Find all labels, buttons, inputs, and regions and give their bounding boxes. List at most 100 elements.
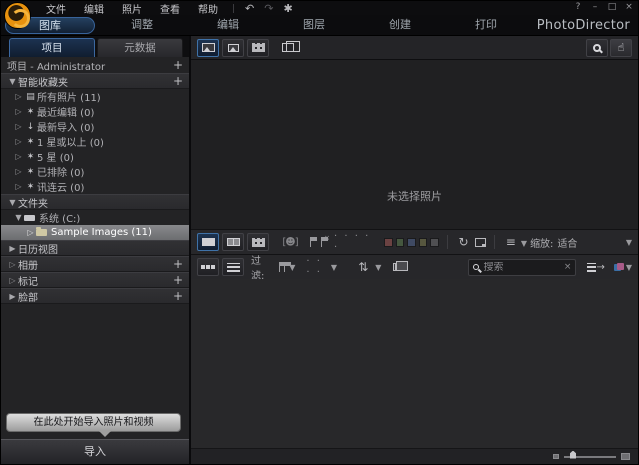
export-list-button[interactable]: → [587,262,605,273]
rating-filter-button[interactable]: · · · · ▼ [302,256,341,278]
chevron-down-icon[interactable]: ▼ [7,77,18,86]
zoom-tool-button[interactable] [586,38,608,57]
tree-item-five-star[interactable]: ▷ ✶ 5 星 (0) [1,149,189,165]
project-row: 项目 - Administrator + [1,57,189,73]
redo-icon[interactable]: ↷ [259,2,278,15]
face-tag-icon[interactable]: [☻] [282,237,298,248]
zoom-control[interactable]: 缩放: 适合 ▼ [530,235,632,250]
chevron-right-icon[interactable]: ▷ [25,228,36,237]
tab-metadata[interactable]: 元数据 [97,38,183,57]
left-panel: 项目 元数据 项目 - Administrator + ▼ 智能收藏夹 + ▷ … [1,36,191,464]
import-button[interactable]: 导入 [1,439,189,464]
tree-item-system-drive[interactable]: ▼ 系统 (C:) [1,210,189,225]
chevron-right-icon[interactable]: ▷ [13,152,24,161]
menu-view[interactable]: 查看 [151,1,189,16]
large-thumbnail-icon[interactable] [621,453,630,460]
pan-tool-button[interactable]: ☝ [610,38,632,57]
smart-collection-header[interactable]: ▼ 智能收藏夹 + [1,73,189,89]
chevron-right-icon[interactable]: ▷ [13,107,24,116]
chevron-right-icon[interactable]: ▷ [7,260,18,269]
grid-mode-button[interactable] [247,38,269,57]
photo-only-mode-button[interactable] [222,38,244,57]
tree-item-sample-images[interactable]: ▷ Sample Images (11) [1,225,189,240]
display-options-button[interactable]: ≡ ▼ [503,235,527,249]
flag-filter-button[interactable]: ▼ [274,258,300,276]
photo-canvas: 未选择照片 [191,60,638,229]
viewer-mode-button[interactable] [197,38,219,57]
undo-icon[interactable]: ↶ [240,2,259,15]
slider-handle[interactable] [570,450,576,459]
chevron-right-icon[interactable]: ▷ [13,122,24,131]
clear-search-icon[interactable]: × [564,262,572,272]
tree-item-one-star-up[interactable]: ▷ ✶ 1 星或以上 (0) [1,134,189,150]
slideshow-button[interactable]: ▼ [608,262,632,272]
albums-header[interactable]: ▷ 相册 + [1,256,189,272]
tree-item-cyberlink-cloud[interactable]: ▷ ✶ 讯连云 (0) [1,179,189,195]
thumbnail-size-slider[interactable] [564,450,616,459]
single-view-button[interactable] [197,233,219,251]
add-project-button[interactable]: + [173,58,183,72]
menu-file[interactable]: 文件 [37,1,75,16]
chevron-down-icon[interactable]: ▼ [7,198,18,207]
flag-reject-icon[interactable]: × [320,234,330,247]
toolbar-divider [493,235,495,249]
color-label-green[interactable] [395,237,405,247]
stack-button[interactable]: ▼ [387,258,409,276]
menu-photo[interactable]: 照片 [113,1,151,16]
add-smart-collection-button[interactable]: + [173,74,183,88]
list-view-button[interactable] [222,258,244,276]
small-thumbnail-icon[interactable] [553,454,559,459]
rotate-icon[interactable]: ↻ [456,235,472,249]
tab-project[interactable]: 项目 [9,38,95,57]
menu-help[interactable]: 帮助 [189,1,227,16]
tree-item-latest-import[interactable]: ▷ ↓ 最新导入 (0) [1,119,189,135]
sort-button[interactable]: ⇅ ▼ [352,258,384,276]
help-window-button[interactable]: ? [573,2,583,12]
color-label-red[interactable] [384,237,393,247]
faces-header[interactable]: ▶ 脸部 + [1,288,189,304]
search-input[interactable] [483,261,560,273]
chevron-right-icon[interactable]: ▷ [7,276,18,285]
tab-create[interactable]: 创建 [361,17,439,34]
duplicate-view-icon[interactable] [282,41,300,52]
color-label-blue[interactable] [407,237,416,247]
menu-edit[interactable]: 编辑 [75,1,113,16]
settings-gear-icon[interactable]: ✱ [278,2,297,15]
chevron-right-icon[interactable]: ▶ [7,292,18,301]
albums-label: 相册 [18,260,38,272]
add-tag-button[interactable]: + [173,273,183,287]
color-label-yellow[interactable] [418,237,428,247]
add-face-button[interactable]: + [173,289,183,303]
tree-item-recent-edited[interactable]: ▷ ✶ 最近编辑 (0) [1,104,189,120]
close-button[interactable]: × [624,2,634,12]
chevron-right-icon[interactable]: ▷ [13,167,24,176]
tab-adjust[interactable]: 调整 [103,17,181,34]
tab-edit[interactable]: 编辑 [189,17,267,34]
maximize-button[interactable]: □ [607,2,617,12]
chevron-right-icon[interactable]: ▷ [13,137,24,146]
chevron-right-icon[interactable]: ▷ [13,92,24,101]
wand-icon: ✶ [26,136,35,147]
add-album-button[interactable]: + [173,257,183,271]
chevron-down-icon[interactable]: ▼ [13,213,24,222]
chevron-right-icon[interactable]: ▶ [7,244,18,253]
rating-dots[interactable]: · · · · · [334,231,377,253]
thumbnail-strip-button[interactable] [197,258,219,276]
flag-pick-icon[interactable] [309,237,318,247]
compare-view-button[interactable] [222,233,244,251]
tab-layers[interactable]: 图层 [275,17,353,34]
search-box[interactable]: × [468,258,577,276]
crop-icon[interactable] [474,237,487,247]
minimize-button[interactable]: – [590,2,600,12]
folders-header[interactable]: ▼ 文件夹 [1,194,189,210]
multi-view-button[interactable] [247,233,269,251]
tree-item-rejected[interactable]: ▷ ✶ 已排除 (0) [1,164,189,180]
zoom-value[interactable]: 适合 [557,235,577,250]
tags-header[interactable]: ▷ 标记 + [1,272,189,288]
photo-toolbar: [☻] × · · · · · ↻ ≡ ▼ 缩放: 适合 ▼ [191,229,638,254]
calendar-view-header[interactable]: ▶ 日历视图 [1,240,189,256]
tree-item-all-photos[interactable]: ▷ ▤ 所有照片 (11) [1,89,189,105]
chevron-right-icon[interactable]: ▷ [13,182,24,191]
color-label-gray[interactable] [430,237,439,247]
tab-print[interactable]: 打印 [447,17,525,34]
